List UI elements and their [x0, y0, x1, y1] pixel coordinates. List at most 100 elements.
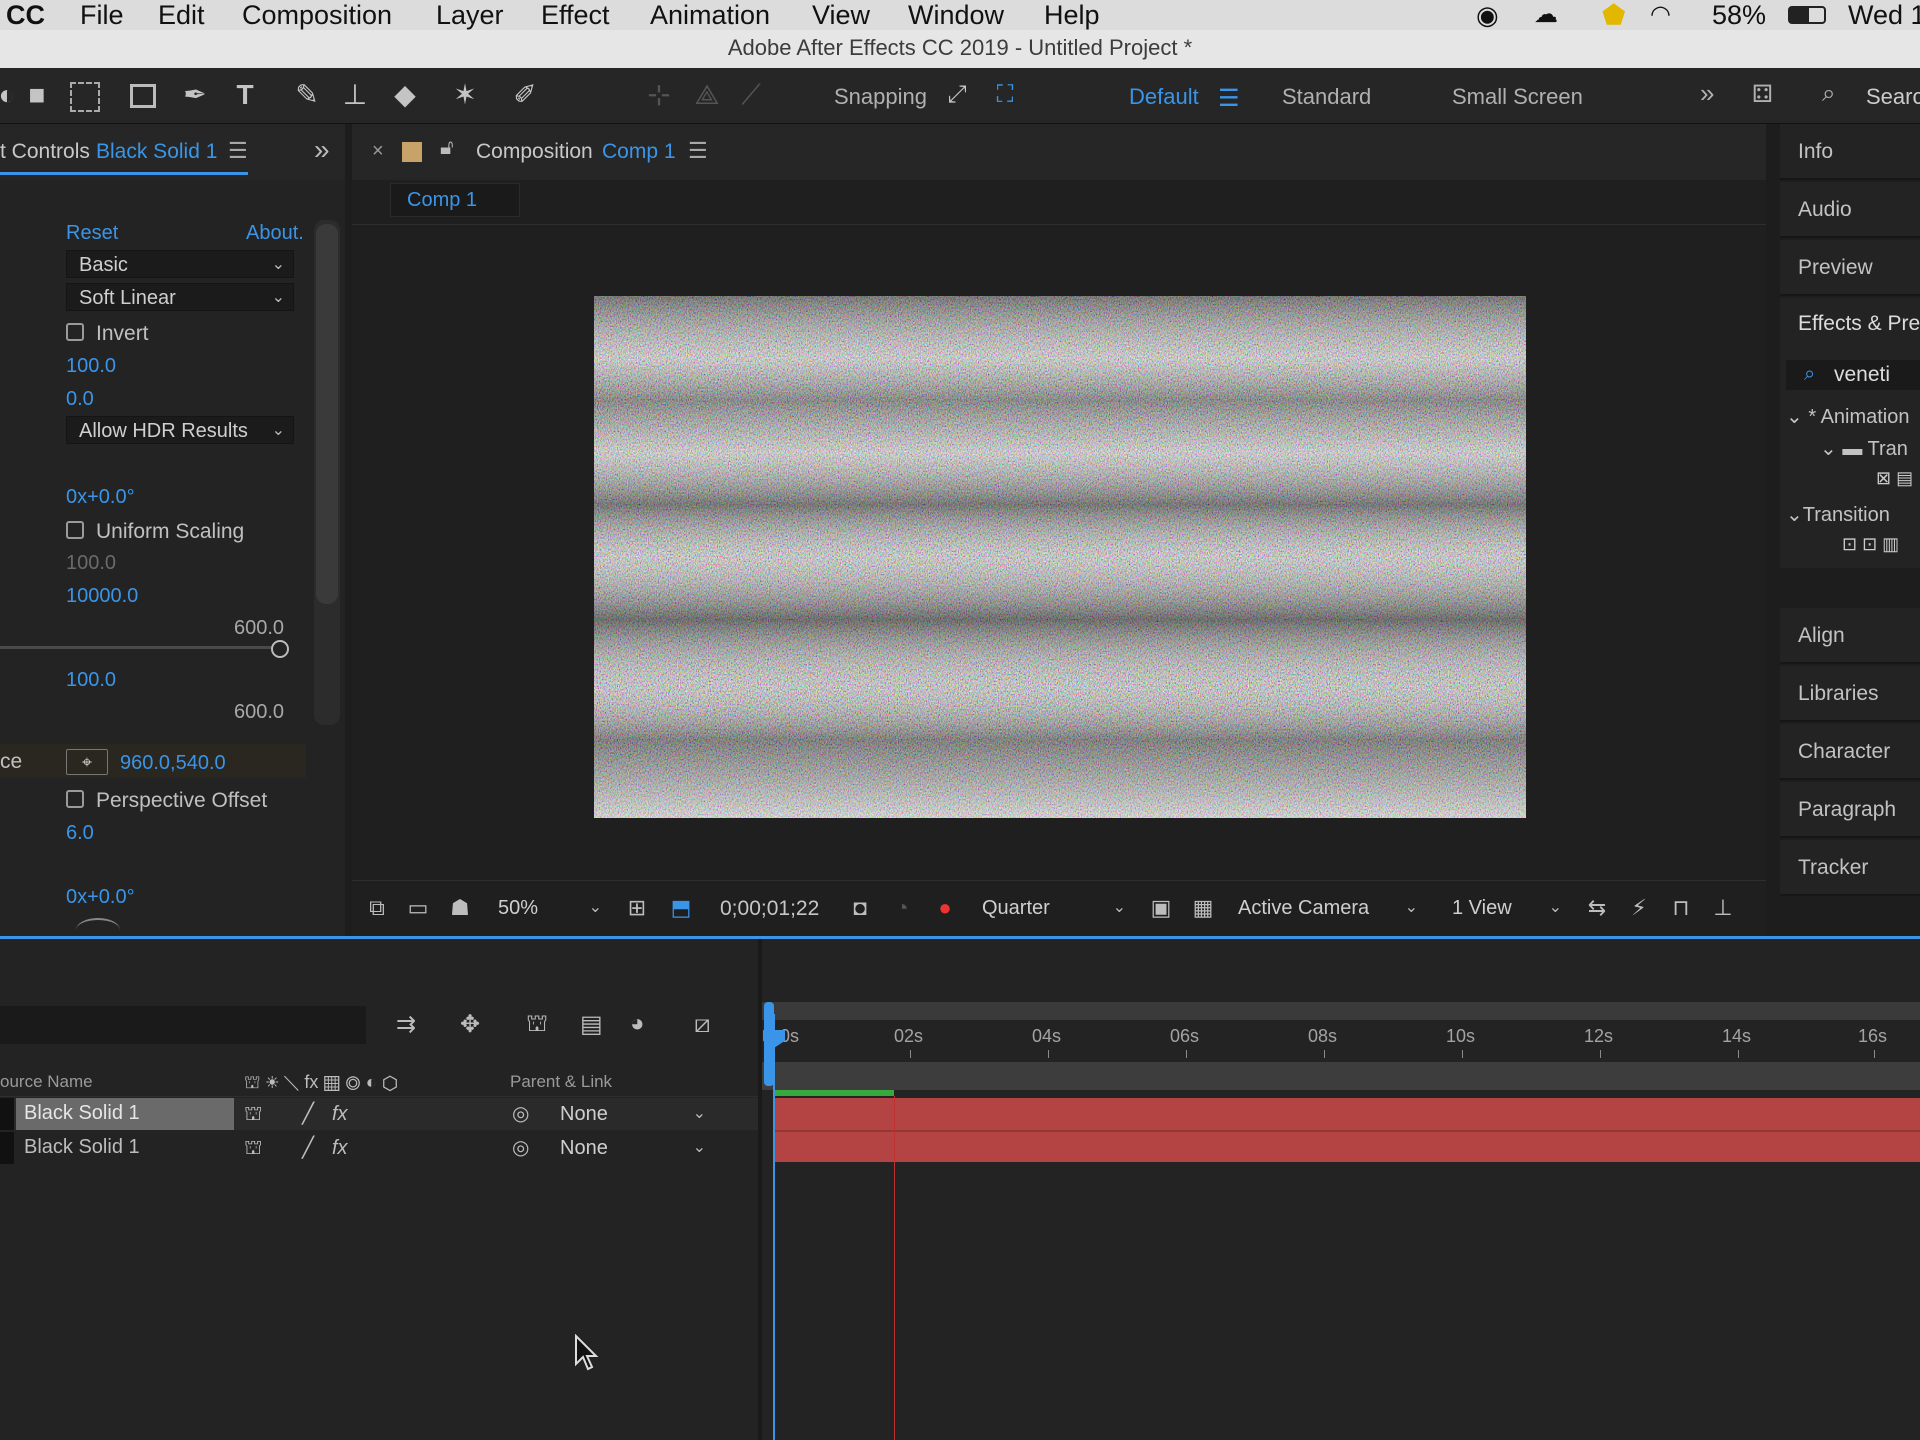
draft-3d-icon[interactable]: ✥ — [460, 1010, 480, 1039]
mask-visibility-icon[interactable]: ☗ — [445, 893, 475, 923]
resolution-dropdown[interactable]: Quarter ⌄ — [970, 894, 1134, 922]
quality-switch-icon[interactable]: ╱ — [302, 1132, 314, 1164]
snap-features-icon[interactable]: ⛶ — [988, 78, 1022, 112]
pick-whip-icon[interactable]: ◎ — [512, 1132, 529, 1164]
tab-comp1[interactable]: Comp 1 — [390, 183, 520, 217]
color-channels-icon[interactable]: ● — [930, 893, 960, 923]
workspaces-overflow-icon[interactable]: » — [1700, 78, 1714, 109]
invert-checkbox[interactable] — [66, 323, 84, 341]
menu-view[interactable]: View — [812, 0, 870, 30]
transition-effect-icons[interactable]: ⊡ ⊡ ▥ — [1842, 534, 1899, 555]
menu-file[interactable]: File — [80, 0, 124, 30]
transparency-grid-icon[interactable]: ▦ — [1188, 893, 1218, 923]
crosshair-point-icon[interactable]: ⌖ — [66, 749, 108, 775]
parent-link-column[interactable]: Parent & Link — [510, 1072, 612, 1092]
layer-name[interactable]: Black Solid 1 — [24, 1136, 140, 1159]
tree-transition[interactable]: ⌄Transition — [1786, 502, 1890, 527]
composition-title[interactable]: Composition — [476, 140, 593, 164]
clone-stamp-tool-icon[interactable]: ⊥ — [338, 78, 372, 112]
brush-tool-icon[interactable]: ✎ — [290, 78, 324, 112]
shy-switch-icon[interactable]: ⛫ — [244, 1098, 262, 1130]
sync-settings-icon[interactable]: ⚃ — [1752, 80, 1773, 109]
composition-viewer-frame[interactable] — [594, 296, 1526, 818]
scrollbar-thumb[interactable] — [316, 224, 338, 604]
table-row[interactable]: Black Solid 1 ⛫ ╱ fx ◎ None ⌄ — [0, 1132, 760, 1164]
show-snapshot-icon[interactable]: ◔ — [887, 893, 917, 923]
work-area-bar[interactable] — [762, 1002, 1920, 1020]
camera-tool-icon[interactable]: ■ — [20, 78, 54, 112]
effects-presets-title[interactable]: Effects & Pre — [1798, 312, 1920, 336]
value-100-b[interactable]: 100.0 — [66, 669, 116, 692]
tab-align[interactable]: Align — [1780, 608, 1920, 664]
type-tool-icon[interactable]: T — [228, 78, 262, 112]
reset-link[interactable]: Reset — [66, 222, 118, 245]
record-icon[interactable]: ◉ — [1476, 0, 1499, 30]
magnification-dropdown[interactable]: 50% ⌄ — [486, 894, 610, 922]
tab-preview[interactable]: Preview — [1780, 240, 1920, 296]
fx-switch-icon[interactable]: fx — [332, 1132, 348, 1164]
effect-controls-title[interactable]: t Controls — [0, 140, 90, 164]
uniform-scaling-checkbox[interactable] — [66, 521, 84, 539]
shy-switch-icon[interactable]: ⛫ — [244, 1132, 262, 1164]
menu-help[interactable]: Help — [1044, 0, 1100, 30]
monitor-icon[interactable]: ▭ — [403, 893, 433, 923]
tree-animation[interactable]: ⌄ * Animation — [1786, 404, 1910, 429]
search-help-label[interactable]: Searc — [1866, 84, 1920, 110]
puppet-tool-icon[interactable]: ✐ — [508, 78, 542, 112]
menu-composition[interactable]: Composition — [242, 0, 392, 30]
close-icon[interactable]: × — [372, 140, 384, 163]
app-menu[interactable]: CC — [6, 0, 45, 30]
composition-name[interactable]: Comp 1 — [602, 140, 676, 164]
lock-icon[interactable]: 🔓︎ — [440, 136, 454, 160]
panel-overflow-icon[interactable]: » — [314, 134, 330, 166]
menu-window[interactable]: Window — [908, 0, 1004, 30]
axis-view-icon[interactable]: ⟋ — [734, 78, 768, 112]
workspace-menu-icon[interactable]: ☰ — [1218, 84, 1240, 113]
cloud-icon[interactable]: ☁ — [1534, 0, 1558, 30]
source-name-column[interactable]: ource Name — [0, 1072, 93, 1092]
pick-whip-icon[interactable]: ◎ — [512, 1098, 529, 1130]
tab-libraries[interactable]: Libraries — [1780, 666, 1920, 722]
pan-behind-tool-icon[interactable] — [70, 82, 100, 112]
region-of-interest-icon[interactable]: ⊞ — [622, 893, 652, 923]
work-area-start-handle[interactable] — [764, 1002, 774, 1086]
value-0[interactable]: 0.0 — [66, 388, 94, 411]
layer-name[interactable]: Black Solid 1 — [24, 1102, 140, 1125]
snapshot-camera-icon[interactable]: ◘ — [845, 893, 875, 923]
time-navigator[interactable] — [762, 1062, 1920, 1090]
toggle-pixel-aspect-icon[interactable]: ⇆ — [1582, 893, 1612, 923]
menu-effect[interactable]: Effect — [541, 0, 610, 30]
effect-preset-icon[interactable]: ⊠ ▤ — [1876, 468, 1913, 489]
pen-tool-icon[interactable]: ✒ — [178, 78, 212, 112]
roto-brush-tool-icon[interactable]: ✶ — [448, 78, 482, 112]
tab-character[interactable]: Character — [1780, 724, 1920, 780]
shy-layers-icon[interactable]: ⛫ — [526, 1010, 548, 1040]
composition-mini-flowchart-icon[interactable]: ⇉ — [396, 1010, 416, 1039]
toggle-transparency-grid-icon[interactable]: ⬒ — [666, 893, 696, 923]
frame-blending-icon[interactable]: ▤ — [580, 1010, 603, 1039]
value-10000[interactable]: 10000.0 — [66, 585, 138, 608]
rotation-value-1[interactable]: 0x+0.0° — [66, 486, 135, 509]
view-layout-dropdown[interactable]: 1 View ⌄ — [1440, 894, 1570, 922]
panel-menu-icon[interactable]: ☰ — [688, 138, 708, 164]
about-link[interactable]: About. — [246, 222, 304, 245]
rotation-value-2[interactable]: 0x+0.0° — [66, 886, 135, 909]
layer-search-input[interactable] — [0, 1006, 366, 1044]
wifi-icon[interactable]: ◠ — [1650, 0, 1671, 30]
value-100[interactable]: 100.0 — [66, 355, 116, 378]
shield-icon[interactable]: ⬟ — [1602, 0, 1625, 30]
workspace-default[interactable]: Default — [1129, 84, 1199, 110]
flowchart-icon[interactable]: ⊥ — [1708, 893, 1738, 923]
table-row[interactable]: Black Solid 1 ⛫ ╱ fx ◎ None ⌄ — [0, 1098, 760, 1130]
parent-dropdown[interactable]: None ⌄ — [548, 1134, 714, 1162]
panel-menu-icon[interactable]: ☰ — [228, 138, 248, 164]
fast-previews-icon[interactable]: ▣ — [1146, 893, 1176, 923]
quality-switch-icon[interactable]: ╱ — [302, 1098, 314, 1130]
eraser-tool-icon[interactable]: ◆ — [388, 78, 422, 112]
tab-paragraph[interactable]: Paragraph — [1780, 782, 1920, 838]
menu-edit[interactable]: Edit — [158, 0, 205, 30]
tree-folder[interactable]: ⌄ ▬ Tran — [1820, 436, 1908, 461]
timeline-icon[interactable]: ⊓ — [1666, 893, 1696, 923]
allow-hdr-dropdown[interactable]: Allow HDR Results ⌄ — [66, 416, 294, 444]
motion-blur-icon[interactable]: ◕ — [630, 1010, 645, 1038]
